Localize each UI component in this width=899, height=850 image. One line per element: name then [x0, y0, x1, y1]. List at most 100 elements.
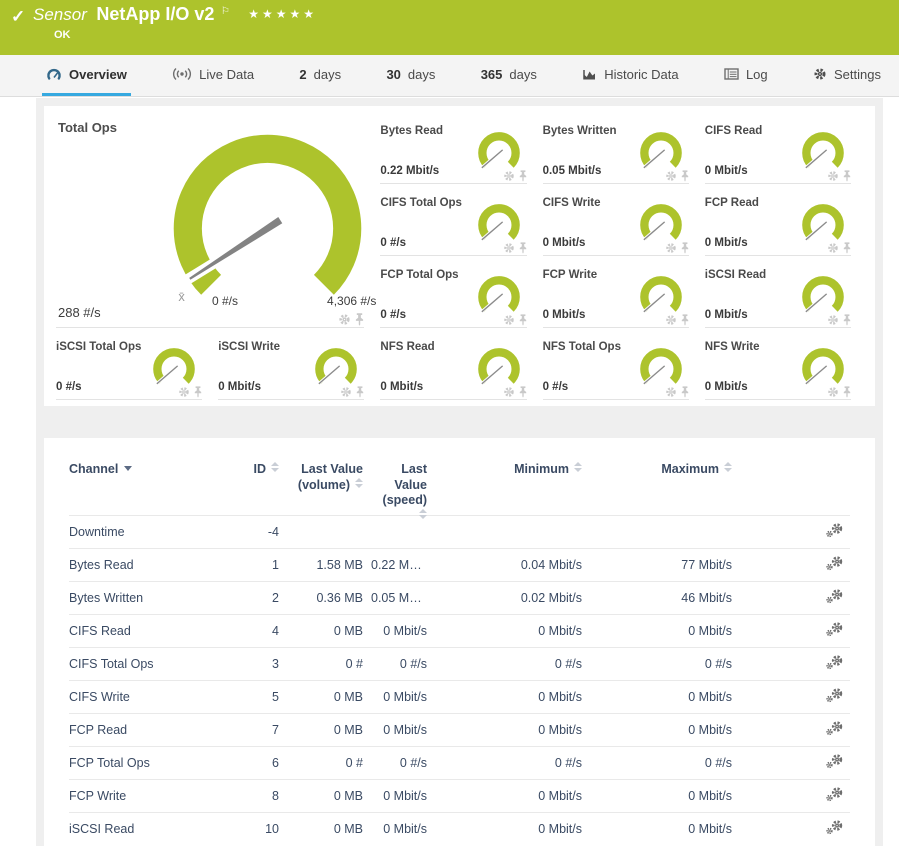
gauge-settings-gear-icon[interactable] [340, 386, 352, 398]
gauge-current-value: 0 Mbit/s [380, 381, 423, 393]
channel-table-row[interactable]: CIFS Write 5 0 MB 0 Mbit/s 0 Mbit/s 0 Mb… [69, 680, 850, 713]
gauge-settings-gear-icon[interactable] [827, 314, 839, 326]
channel-gauge-cell[interactable]: FCP Write 0 Mbit/s [541, 262, 703, 334]
cell-maximum: 0 Mbit/s [582, 624, 732, 638]
gauge-settings-gear-icon[interactable] [503, 170, 515, 182]
gauge-settings-gear-icon[interactable] [827, 170, 839, 182]
tab-settings[interactable]: Settings [809, 55, 885, 96]
channel-settings-gears-icon[interactable] [826, 787, 843, 803]
gauge-current-value: 0 Mbit/s [218, 381, 261, 393]
pin-icon[interactable] [681, 242, 689, 254]
column-header-maximum[interactable]: Maximum [582, 462, 732, 525]
gauge-settings-gear-icon[interactable] [338, 313, 351, 326]
channel-table-row[interactable]: FCP Read 7 0 MB 0 Mbit/s 0 Mbit/s 0 Mbit… [69, 713, 850, 746]
channel-gauge-cell[interactable]: CIFS Read 0 Mbit/s [703, 118, 865, 190]
gauge-settings-gear-icon[interactable] [503, 314, 515, 326]
gauges-panel: Total Ops x̄ 0 #/s 4,306 #/s 288 #/s Byt… [44, 106, 875, 406]
channel-settings-gears-icon[interactable] [826, 820, 843, 836]
gauge-settings-gear-icon[interactable] [827, 386, 839, 398]
column-header-id[interactable]: ID [229, 462, 279, 525]
pin-icon[interactable] [519, 242, 527, 254]
channel-table-row[interactable]: Bytes Written 2 0.36 MB 0.05 Mbi… 0.02 M… [69, 581, 850, 614]
channel-settings-gears-icon[interactable] [826, 688, 843, 704]
channel-settings-gears-icon[interactable] [826, 589, 843, 605]
gauge-current-value: 0 Mbit/s [543, 309, 586, 321]
gauge-settings-gear-icon[interactable] [503, 242, 515, 254]
pin-icon[interactable] [843, 170, 851, 182]
gauge-settings-gear-icon[interactable] [178, 386, 190, 398]
gauge-settings-gear-icon[interactable] [665, 242, 677, 254]
gauge-settings-gear-icon[interactable] [827, 242, 839, 254]
channel-gauge-cell[interactable]: iSCSI Read 0 Mbit/s [703, 262, 865, 334]
gauge-total-ops[interactable]: Total Ops x̄ 0 #/s 4,306 #/s 288 #/s [54, 118, 378, 334]
channel-gauge-cell[interactable]: NFS Write 0 Mbit/s [703, 334, 865, 406]
pin-icon[interactable] [194, 386, 202, 398]
channel-settings-gears-icon[interactable] [826, 622, 843, 638]
pin-icon[interactable] [843, 314, 851, 326]
gauge-settings-gear-icon[interactable] [665, 314, 677, 326]
gauge-title: NFS Total Ops [543, 341, 621, 353]
channel-gauge-cell[interactable]: CIFS Total Ops 0 #/s [378, 190, 540, 262]
channel-settings-gears-icon[interactable] [826, 754, 843, 770]
cell-last-value-volume: 1.58 MB [279, 558, 363, 572]
flag-icon[interactable]: ⚐ [221, 6, 230, 17]
channel-settings-gears-icon[interactable] [826, 655, 843, 671]
channel-gauge-cell[interactable]: iSCSI Total Ops 0 #/s [54, 334, 216, 406]
channel-table-row[interactable]: Bytes Read 1 1.58 MB 0.22 Mbi… 0.04 Mbit… [69, 548, 850, 581]
pin-icon[interactable] [681, 170, 689, 182]
pin-icon[interactable] [681, 386, 689, 398]
channel-table-row[interactable]: CIFS Total Ops 3 0 # 0 #/s 0 #/s 0 #/s [69, 647, 850, 680]
channel-gauge-cell[interactable]: NFS Read 0 Mbit/s [378, 334, 540, 406]
channel-gauge-cell[interactable]: NFS Total Ops 0 #/s [541, 334, 703, 406]
channel-table-row[interactable]: FCP Total Ops 6 0 # 0 #/s 0 #/s 0 #/s [69, 746, 850, 779]
gauge-settings-gear-icon[interactable] [503, 386, 515, 398]
tab-30-days[interactable]: 30 days [382, 55, 439, 96]
column-header-last-value-speed[interactable]: Last Value (speed) [363, 462, 427, 525]
channel-gauge-cell[interactable]: FCP Read 0 Mbit/s [703, 190, 865, 262]
tab-2-days[interactable]: 2 days [295, 55, 345, 96]
priority-stars[interactable]: ★★★★★ [248, 7, 317, 21]
column-header-channel[interactable]: Channel [69, 462, 229, 525]
gauge-settings-gear-icon[interactable] [665, 170, 677, 182]
channel-table-row[interactable]: CIFS Read 4 0 MB 0 Mbit/s 0 Mbit/s 0 Mbi… [69, 614, 850, 647]
pin-icon[interactable] [355, 313, 364, 326]
cell-maximum: 0 Mbit/s [582, 789, 732, 803]
pin-icon[interactable] [843, 242, 851, 254]
column-header-last-value-volume[interactable]: Last Value (volume) [279, 462, 363, 525]
column-header-minimum[interactable]: Minimum [427, 462, 582, 525]
cell-last-value-speed: 0 Mbit/s [363, 723, 427, 737]
cell-last-value-volume: 0 MB [279, 723, 363, 737]
cell-channel: Bytes Written [69, 591, 229, 605]
pin-icon[interactable] [843, 386, 851, 398]
gauge-title: FCP Total Ops [380, 269, 458, 281]
gauge-settings-gear-icon[interactable] [665, 386, 677, 398]
pin-icon[interactable] [519, 386, 527, 398]
tab-log[interactable]: Log [720, 55, 772, 96]
pin-icon[interactable] [519, 170, 527, 182]
pin-icon[interactable] [519, 314, 527, 326]
channel-settings-gears-icon[interactable] [826, 721, 843, 737]
channel-table-row[interactable]: iSCSI Read 10 0 MB 0 Mbit/s 0 Mbit/s 0 M… [69, 812, 850, 845]
object-kind-label: Sensor [33, 5, 87, 24]
cell-minimum: 0.02 Mbit/s [427, 591, 582, 605]
channel-gauge-cell[interactable]: CIFS Write 0 Mbit/s [541, 190, 703, 262]
tab-overview[interactable]: Overview [42, 55, 131, 96]
mean-marker: x̄ [178, 289, 185, 304]
channel-gauge-cell[interactable]: Bytes Written 0.05 Mbit/s [541, 118, 703, 190]
channel-gauge-cell[interactable]: iSCSI Write 0 Mbit/s [216, 334, 378, 406]
channel-settings-gears-icon[interactable] [826, 523, 843, 539]
tab-live-data[interactable]: Live Data [168, 55, 258, 96]
channel-settings-gears-icon[interactable] [826, 556, 843, 572]
channel-table-row[interactable]: FCP Write 8 0 MB 0 Mbit/s 0 Mbit/s 0 Mbi… [69, 779, 850, 812]
tab-historic-data[interactable]: Historic Data [578, 55, 682, 96]
tab-bar: Overview Live Data 2 days 30 days 365 da… [0, 55, 899, 97]
cell-maximum: 0 Mbit/s [582, 690, 732, 704]
pin-icon[interactable] [681, 314, 689, 326]
sensor-header: ✓ Sensor NetApp I/O v2 ⚐ ★★★★★ OK [0, 0, 899, 55]
channel-gauge-cell[interactable]: FCP Total Ops 0 #/s [378, 262, 540, 334]
cell-maximum: 0 Mbit/s [582, 723, 732, 737]
pin-icon[interactable] [356, 386, 364, 398]
tab-365-days[interactable]: 365 days [477, 55, 541, 96]
gauge-current-value: 0 Mbit/s [705, 237, 748, 249]
channel-gauge-cell[interactable]: Bytes Read 0.22 Mbit/s [378, 118, 540, 190]
